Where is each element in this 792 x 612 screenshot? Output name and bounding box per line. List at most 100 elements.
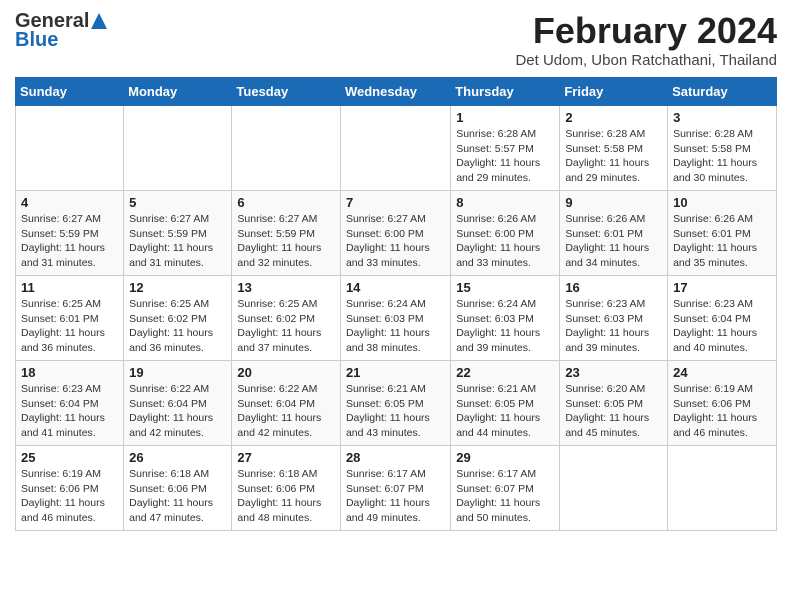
calendar-cell: 12 Sunrise: 6:25 AM Sunset: 6:02 PM Dayli…	[124, 276, 232, 361]
day-info: Sunrise: 6:23 AM Sunset: 6:04 PM Dayligh…	[673, 297, 771, 356]
day-info: Sunrise: 6:18 AM Sunset: 6:06 PM Dayligh…	[237, 467, 335, 526]
calendar-cell: 19 Sunrise: 6:22 AM Sunset: 6:04 PM Dayli…	[124, 361, 232, 446]
day-number: 4	[21, 195, 118, 210]
calendar-cell: 9 Sunrise: 6:26 AM Sunset: 6:01 PM Daylig…	[560, 191, 668, 276]
day-info: Sunrise: 6:17 AM Sunset: 6:07 PM Dayligh…	[456, 467, 554, 526]
calendar-cell: 11 Sunrise: 6:25 AM Sunset: 6:01 PM Dayli…	[16, 276, 124, 361]
calendar-table: SundayMondayTuesdayWednesdayThursdayFrid…	[15, 77, 777, 531]
day-info: Sunrise: 6:25 AM Sunset: 6:01 PM Dayligh…	[21, 297, 118, 356]
calendar-cell: 27 Sunrise: 6:18 AM Sunset: 6:06 PM Dayli…	[232, 446, 341, 531]
day-number: 1	[456, 110, 554, 125]
day-number: 23	[565, 365, 662, 380]
calendar-cell	[16, 106, 124, 191]
calendar-cell: 25 Sunrise: 6:19 AM Sunset: 6:06 PM Dayli…	[16, 446, 124, 531]
title-area: February 2024 Det Udom, Ubon Ratchathani…	[515, 10, 777, 69]
day-number: 3	[673, 110, 771, 125]
day-number: 17	[673, 280, 771, 295]
day-number: 15	[456, 280, 554, 295]
page-header: General Blue February 2024 Det Udom, Ubo…	[15, 10, 777, 69]
day-of-week-header: Friday	[560, 78, 668, 106]
logo-icon	[90, 12, 108, 30]
day-info: Sunrise: 6:27 AM Sunset: 6:00 PM Dayligh…	[346, 212, 445, 271]
day-number: 27	[237, 450, 335, 465]
day-number: 2	[565, 110, 662, 125]
calendar-cell: 18 Sunrise: 6:23 AM Sunset: 6:04 PM Dayli…	[16, 361, 124, 446]
day-number: 24	[673, 365, 771, 380]
day-of-week-header: Sunday	[16, 78, 124, 106]
day-number: 8	[456, 195, 554, 210]
day-number: 10	[673, 195, 771, 210]
calendar-cell: 26Sunrise: 6:18 AM Sunset: 6:06 PM Dayli…	[124, 446, 232, 531]
calendar-cell: 29 Sunrise: 6:17 AM Sunset: 6:07 PM Dayli…	[451, 446, 560, 531]
day-info: Sunrise: 6:25 AM Sunset: 6:02 PM Dayligh…	[237, 297, 335, 356]
calendar-header-row: SundayMondayTuesdayWednesdayThursdayFrid…	[16, 78, 777, 106]
calendar-week-row: 11 Sunrise: 6:25 AM Sunset: 6:01 PM Dayli…	[16, 276, 777, 361]
day-number: 22	[456, 365, 554, 380]
day-number: 14	[346, 280, 445, 295]
day-info: Sunrise: 6:28 AM Sunset: 5:57 PM Dayligh…	[456, 127, 554, 186]
calendar-cell: 8 Sunrise: 6:26 AM Sunset: 6:00 PM Daylig…	[451, 191, 560, 276]
day-of-week-header: Tuesday	[232, 78, 341, 106]
calendar-cell: 22 Sunrise: 6:21 AM Sunset: 6:05 PM Dayli…	[451, 361, 560, 446]
calendar-cell: 28 Sunrise: 6:17 AM Sunset: 6:07 PM Dayli…	[340, 446, 450, 531]
calendar-week-row: 1 Sunrise: 6:28 AM Sunset: 5:57 PM Daylig…	[16, 106, 777, 191]
day-number: 20	[237, 365, 335, 380]
calendar-cell: 1 Sunrise: 6:28 AM Sunset: 5:57 PM Daylig…	[451, 106, 560, 191]
day-number: 9	[565, 195, 662, 210]
day-number: 18	[21, 365, 118, 380]
calendar-cell: 14Sunrise: 6:24 AM Sunset: 6:03 PM Dayli…	[340, 276, 450, 361]
calendar-cell: 4 Sunrise: 6:27 AM Sunset: 5:59 PM Daylig…	[16, 191, 124, 276]
calendar-week-row: 25 Sunrise: 6:19 AM Sunset: 6:06 PM Dayli…	[16, 446, 777, 531]
day-of-week-header: Saturday	[668, 78, 777, 106]
day-info: Sunrise: 6:21 AM Sunset: 6:05 PM Dayligh…	[456, 382, 554, 441]
day-info: Sunrise: 6:27 AM Sunset: 5:59 PM Dayligh…	[21, 212, 118, 271]
day-number: 11	[21, 280, 118, 295]
calendar-week-row: 18 Sunrise: 6:23 AM Sunset: 6:04 PM Dayli…	[16, 361, 777, 446]
calendar-week-row: 4 Sunrise: 6:27 AM Sunset: 5:59 PM Daylig…	[16, 191, 777, 276]
day-info: Sunrise: 6:25 AM Sunset: 6:02 PM Dayligh…	[129, 297, 226, 356]
day-info: Sunrise: 6:24 AM Sunset: 6:03 PM Dayligh…	[456, 297, 554, 356]
day-number: 19	[129, 365, 226, 380]
day-info: Sunrise: 6:22 AM Sunset: 6:04 PM Dayligh…	[237, 382, 335, 441]
day-info: Sunrise: 6:17 AM Sunset: 6:07 PM Dayligh…	[346, 467, 445, 526]
day-number: 13	[237, 280, 335, 295]
day-number: 6	[237, 195, 335, 210]
day-number: 28	[346, 450, 445, 465]
calendar-cell: 7 Sunrise: 6:27 AM Sunset: 6:00 PM Daylig…	[340, 191, 450, 276]
day-number: 12	[129, 280, 226, 295]
logo-blue-text: Blue	[15, 29, 58, 52]
day-info: Sunrise: 6:27 AM Sunset: 5:59 PM Dayligh…	[237, 212, 335, 271]
day-number: 21	[346, 365, 445, 380]
calendar-cell: 15 Sunrise: 6:24 AM Sunset: 6:03 PM Dayli…	[451, 276, 560, 361]
calendar-cell: 23 Sunrise: 6:20 AM Sunset: 6:05 PM Dayli…	[560, 361, 668, 446]
calendar-cell: 13 Sunrise: 6:25 AM Sunset: 6:02 PM Dayli…	[232, 276, 341, 361]
day-number: 5	[129, 195, 226, 210]
day-number: 29	[456, 450, 554, 465]
day-info: Sunrise: 6:28 AM Sunset: 5:58 PM Dayligh…	[673, 127, 771, 186]
day-number: 7	[346, 195, 445, 210]
day-number: 16	[565, 280, 662, 295]
calendar-cell: 16Sunrise: 6:23 AM Sunset: 6:03 PM Dayli…	[560, 276, 668, 361]
calendar-cell: 10 Sunrise: 6:26 AM Sunset: 6:01 PM Dayli…	[668, 191, 777, 276]
day-info: Sunrise: 6:26 AM Sunset: 6:01 PM Dayligh…	[673, 212, 771, 271]
calendar-cell: 21Sunrise: 6:21 AM Sunset: 6:05 PM Dayli…	[340, 361, 450, 446]
calendar-cell: 3 Sunrise: 6:28 AM Sunset: 5:58 PM Daylig…	[668, 106, 777, 191]
logo: General Blue	[15, 10, 108, 52]
day-info: Sunrise: 6:19 AM Sunset: 6:06 PM Dayligh…	[673, 382, 771, 441]
calendar-cell	[340, 106, 450, 191]
day-info: Sunrise: 6:19 AM Sunset: 6:06 PM Dayligh…	[21, 467, 118, 526]
day-of-week-header: Monday	[124, 78, 232, 106]
day-info: Sunrise: 6:26 AM Sunset: 6:00 PM Dayligh…	[456, 212, 554, 271]
day-of-week-header: Wednesday	[340, 78, 450, 106]
calendar-cell: 24 Sunrise: 6:19 AM Sunset: 6:06 PM Dayli…	[668, 361, 777, 446]
day-info: Sunrise: 6:20 AM Sunset: 6:05 PM Dayligh…	[565, 382, 662, 441]
day-info: Sunrise: 6:26 AM Sunset: 6:01 PM Dayligh…	[565, 212, 662, 271]
day-number: 25	[21, 450, 118, 465]
day-info: Sunrise: 6:28 AM Sunset: 5:58 PM Dayligh…	[565, 127, 662, 186]
calendar-cell: 6 Sunrise: 6:27 AM Sunset: 5:59 PM Daylig…	[232, 191, 341, 276]
day-info: Sunrise: 6:18 AM Sunset: 6:06 PM Dayligh…	[129, 467, 226, 526]
day-info: Sunrise: 6:23 AM Sunset: 6:04 PM Dayligh…	[21, 382, 118, 441]
day-info: Sunrise: 6:22 AM Sunset: 6:04 PM Dayligh…	[129, 382, 226, 441]
calendar-cell: 2 Sunrise: 6:28 AM Sunset: 5:58 PM Daylig…	[560, 106, 668, 191]
location-title: Det Udom, Ubon Ratchathani, Thailand	[515, 52, 777, 69]
